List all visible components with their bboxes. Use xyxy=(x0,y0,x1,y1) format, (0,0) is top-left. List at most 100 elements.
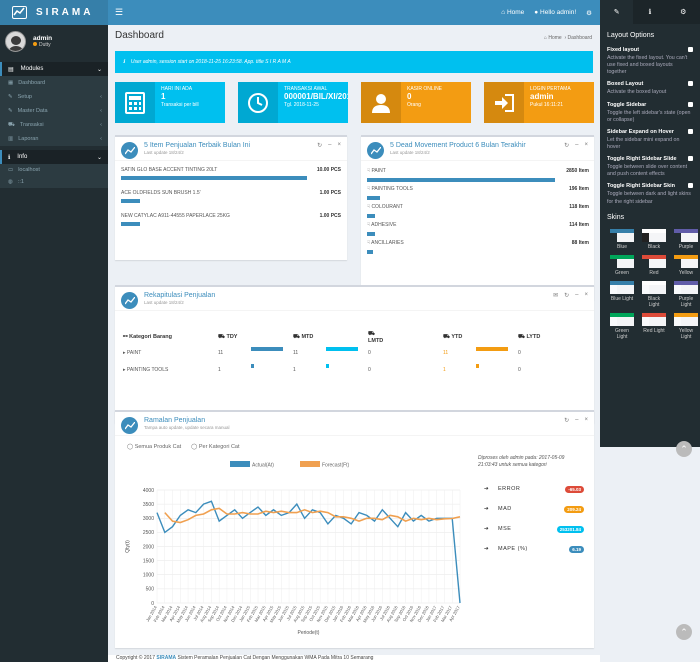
layout-option[interactable]: Toggle Right Sidebar Skin Toggle between … xyxy=(600,183,700,210)
skin-option[interactable]: Purple xyxy=(674,228,698,250)
wrench-icon: ✎ xyxy=(8,94,13,100)
progress-bar xyxy=(121,199,140,203)
sidebar-section-info[interactable]: ℹ Info ⌄ xyxy=(0,150,108,164)
progress-bar xyxy=(121,176,307,180)
checkbox[interactable] xyxy=(688,81,693,87)
box-subtitle: Last update 18/24/2 xyxy=(390,150,430,155)
collapse-icon[interactable]: – xyxy=(575,417,578,424)
item-name: ACE OLDFIELDS SUN BRUSH 1.5' xyxy=(121,190,201,196)
layout-option[interactable]: Toggle Sidebar Toggle the left sidebar's … xyxy=(600,101,700,129)
skin-swatch xyxy=(674,254,698,268)
clock-icon xyxy=(238,82,278,123)
close-icon[interactable]: × xyxy=(584,292,588,299)
refresh-icon[interactable]: ↻ xyxy=(317,142,322,149)
sidebar-item-host[interactable]: ▭ localhost xyxy=(0,164,108,176)
menu-toggle-icon[interactable]: ☰ xyxy=(115,7,123,18)
collapse-icon[interactable]: – xyxy=(575,292,578,299)
sidebar-item-laporan[interactable]: ▥ Laporan ‹ xyxy=(0,132,108,146)
skin-option[interactable]: Black xyxy=(642,228,666,250)
sitemap-icon: ⚯ xyxy=(123,334,128,340)
skin-option[interactable]: Blue xyxy=(610,228,634,250)
collapse-icon[interactable]: – xyxy=(328,142,331,149)
mtd-bar xyxy=(326,364,330,368)
radio-per-kategori[interactable]: ◯ Per Kategori Cat xyxy=(191,444,239,450)
sidebar-item-dashboard[interactable]: ▦ Dashboard xyxy=(0,76,108,90)
checkbox[interactable] xyxy=(688,101,693,107)
tab-layout-options[interactable]: ✎ xyxy=(600,0,634,24)
y-tick-label: 2500 xyxy=(143,530,154,536)
calculator-icon xyxy=(115,82,155,123)
app-title: SIRAMA xyxy=(36,7,94,18)
mail-icon[interactable]: ✉ xyxy=(553,292,558,299)
refresh-icon[interactable]: ↻ xyxy=(564,142,569,149)
home-link[interactable]: ⌂ Home xyxy=(501,9,524,16)
skin-option[interactable]: Black Light xyxy=(642,280,666,308)
scroll-top-button[interactable]: ⌃ xyxy=(676,624,692,640)
avatar xyxy=(5,31,26,52)
tab-info[interactable]: ℹ xyxy=(633,0,666,24)
checkbox[interactable] xyxy=(688,128,693,134)
sidebar-item-ip[interactable]: ◍::1 xyxy=(0,176,108,188)
skin-option[interactable]: Green Light xyxy=(610,312,634,340)
arrow-right-icon: ➔ xyxy=(484,486,489,492)
layout-option[interactable]: Sidebar Expand on Hover Let the sidebar m… xyxy=(600,128,700,156)
refresh-icon[interactable]: ↻ xyxy=(564,292,569,299)
skin-option[interactable]: Purple Light xyxy=(674,280,698,308)
footer: Copyright © 2017 SIRAMA Sistem Peramalan… xyxy=(108,655,600,662)
app-logo[interactable]: SIRAMA xyxy=(0,0,108,25)
chevron-left-icon: ‹ xyxy=(100,108,102,114)
box-title: Rekapitulasi Penjualan xyxy=(144,292,216,299)
breadcrumb-home[interactable]: ⌂ Home xyxy=(544,35,562,41)
refresh-icon[interactable]: ↻ xyxy=(564,417,569,424)
tdy-cell: 1 xyxy=(218,361,293,378)
item-value: 118 Item xyxy=(569,204,589,210)
content-wrapper: Dashboard ⌂ Home › Dashboard ℹ User admi… xyxy=(108,25,600,662)
ramalan-box: Ramalan Penjualan Tampa auto update, upda… xyxy=(115,410,594,648)
skin-option[interactable]: Red xyxy=(642,254,666,276)
sidebar-section-modules[interactable]: ▤ Modules ⌄ xyxy=(0,62,108,76)
top-navbar: ☰ ⌂ Home ● Hello admin! ⚙ xyxy=(108,0,600,25)
collapse-icon[interactable]: – xyxy=(575,142,578,149)
layout-options-heading: Layout Options xyxy=(607,32,655,39)
scroll-up-button[interactable]: ⌃ xyxy=(676,441,692,457)
legend-swatch xyxy=(300,461,320,467)
skin-option[interactable]: Green xyxy=(610,254,634,276)
checkbox[interactable] xyxy=(688,156,693,162)
skin-option[interactable]: Blue Light xyxy=(610,280,634,308)
stat-badge: -65.03 xyxy=(565,485,584,493)
skin-option[interactable]: Yellow Light xyxy=(674,312,698,340)
cart-icon: ⛟ xyxy=(518,333,525,340)
arrow-right-icon: ➔ xyxy=(484,526,489,532)
sidebar-item-setup[interactable]: ✎ Setup ‹ xyxy=(0,90,108,104)
y-tick-label: 500 xyxy=(146,587,155,593)
stat-row: ➔ MAPE (%) 6.19 xyxy=(480,539,584,559)
tab-settings[interactable]: ⚙ xyxy=(667,0,700,24)
close-icon[interactable]: × xyxy=(584,417,588,424)
info-box-login-pertama: LOGIN PERTAMA admin Pukul 16:11:21 xyxy=(484,82,594,123)
session-callout: ℹ User admin, session start on 2018-11-2… xyxy=(115,51,593,73)
layout-option[interactable]: Fixed layout Activate the fixed layout. Y… xyxy=(600,47,700,81)
x-axis-label: Periode(t) xyxy=(298,630,320,636)
skin-option[interactable]: Red Light xyxy=(642,312,666,340)
cart-icon: ⛟ xyxy=(293,333,300,340)
checkbox[interactable] xyxy=(688,47,693,52)
line-chart-icon xyxy=(367,142,384,159)
sidebar-item-transaksi[interactable]: ⛟ Transaksi ‹ xyxy=(0,118,108,132)
legend-swatch xyxy=(230,461,250,467)
checkbox[interactable] xyxy=(688,183,693,189)
breadcrumb: ⌂ Home › Dashboard xyxy=(543,35,592,41)
radio-semua[interactable]: ◯ Semua Produk Cat xyxy=(127,444,181,450)
skins-heading: Skins xyxy=(607,213,625,221)
close-icon[interactable]: × xyxy=(584,142,588,149)
arrow-right-icon: ➔ xyxy=(484,546,489,552)
user-menu[interactable]: ● Hello admin! xyxy=(534,9,576,16)
sidebar-item-master-data[interactable]: ✎ Master Data ‹ xyxy=(0,104,108,118)
list-item: NEW CATYLAC A911-44555 PAPERLACE 25KG 1.0… xyxy=(115,207,347,230)
lmtd-cell: 0 xyxy=(368,366,371,373)
skin-option[interactable]: Yellow xyxy=(674,254,698,276)
gears-icon[interactable]: ⚙ xyxy=(586,9,592,17)
layout-option[interactable]: Toggle Right Sidebar Slide Toggle between… xyxy=(600,156,700,183)
layout-option[interactable]: Boxed Layout Activate the boxed layout xyxy=(600,81,700,101)
item-name: NEW CATYLAC A911-44555 PAPERLACE 25KG xyxy=(121,213,230,219)
close-icon[interactable]: × xyxy=(337,142,341,149)
